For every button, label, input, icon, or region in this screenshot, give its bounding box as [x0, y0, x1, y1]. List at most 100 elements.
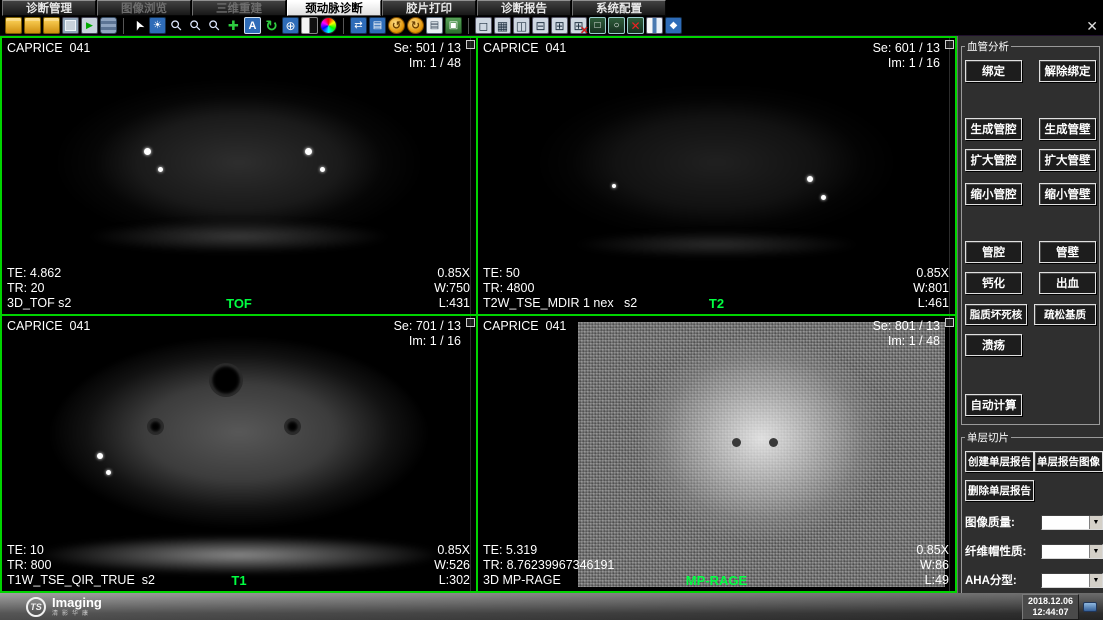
viewport-mprage[interactable]: CAPRICE 041 Se: 801 / 13 Im: 1 / 48 TE: … [477, 315, 956, 593]
cursor-icon[interactable]: ➤ [127, 14, 150, 37]
open-series-folder-icon[interactable] [24, 17, 41, 34]
vessel-highlight [807, 176, 813, 182]
vessel-shape [286, 420, 299, 433]
lipid-core-button[interactable]: 脂质坏死核 [965, 304, 1027, 325]
vessel-highlight [320, 167, 325, 172]
layout-custom-icon[interactable]: ▦ [494, 17, 511, 34]
aha-type-select[interactable]: ▼ [1041, 573, 1103, 588]
tab-diagnosis-management[interactable]: 诊断管理 [2, 0, 96, 16]
tab-diagnosis-report[interactable]: 诊断报告 [477, 0, 571, 16]
window-level: L:461 [913, 296, 949, 311]
split-panel-icon[interactable] [646, 17, 663, 34]
vessel-highlight [612, 184, 616, 188]
lumen-button[interactable]: 管腔 [965, 241, 1022, 263]
shrink-lumen-button[interactable]: 缩小管腔 [965, 183, 1022, 205]
delete-slice-report-button[interactable]: 删除单层报告 [965, 480, 1034, 501]
image-scrollbar-track[interactable] [949, 316, 950, 592]
roi-ellipse-icon[interactable]: ○ [608, 17, 625, 34]
series-number: Se: 801 / 13 [873, 319, 940, 334]
generate-lumen-button[interactable]: 生成管腔 [965, 118, 1022, 140]
window-level-icon[interactable]: ☀ [149, 17, 166, 34]
image-quality-label: 图像质量: [965, 514, 1015, 530]
image-scrollbar-thumb[interactable] [945, 318, 954, 327]
close-icon[interactable]: ✕ [1086, 18, 1098, 35]
image-number: Im: 1 / 48 [873, 334, 940, 349]
fit-window-icon[interactable]: ⊕ [282, 17, 299, 34]
chevron-down-icon[interactable]: ▼ [1089, 574, 1102, 587]
ts-logo-icon: TS [26, 597, 46, 617]
te-value: TE: 4.862 [7, 266, 71, 281]
image-scrollbar-thumb[interactable] [466, 40, 475, 49]
fibrous-cap-value [1042, 545, 1089, 558]
chevron-down-icon[interactable]: ▼ [1089, 516, 1102, 529]
date-value: 2018.12.06 [1028, 596, 1073, 607]
image-scrollbar-thumb[interactable] [466, 318, 475, 327]
chevron-down-icon[interactable]: ▼ [1089, 545, 1102, 558]
tab-system-config[interactable]: 系统配置 [572, 0, 666, 16]
fibrous-cap-select[interactable]: ▼ [1041, 544, 1103, 559]
redo-icon[interactable]: ↻ [407, 17, 424, 34]
shrink-wall-button[interactable]: 缩小管壁 [1039, 183, 1096, 205]
create-slice-report-button[interactable]: 创建单层报告 [965, 451, 1034, 472]
zoom-factor: 0.85X [913, 266, 949, 281]
image-quality-select[interactable]: ▼ [1041, 515, 1103, 530]
loose-matrix-button[interactable]: 疏松基质 [1034, 304, 1096, 325]
archive-database-icon[interactable] [100, 17, 117, 34]
bind-button[interactable]: 绑定 [965, 60, 1022, 82]
pseudo-color-icon[interactable] [320, 17, 337, 34]
viewport-tof[interactable]: CAPRICE 041 Se: 501 / 13 Im: 1 / 48 TE: … [1, 37, 477, 315]
series-link-icon[interactable]: ⇄ [350, 17, 367, 34]
zoom-factor: 0.85X [916, 543, 949, 558]
generate-wall-button[interactable]: 生成管壁 [1039, 118, 1096, 140]
copy-report-icon[interactable]: ▤ [426, 17, 443, 34]
series-layout-icon[interactable]: ▤ [369, 17, 386, 34]
expand-lumen-button[interactable]: 扩大管腔 [965, 149, 1022, 171]
slice-report-image-button[interactable]: 单层报告图像 [1034, 451, 1103, 472]
wall-button[interactable]: 管壁 [1039, 241, 1096, 263]
viewport-t1[interactable]: CAPRICE 041 Se: 701 / 13 Im: 1 / 16 TE: … [1, 315, 477, 593]
vessel-highlight [106, 470, 111, 475]
tab-carotid-diagnosis[interactable]: 颈动脉诊断 [287, 0, 381, 16]
expand-wall-button[interactable]: 扩大管壁 [1039, 149, 1096, 171]
undo-icon[interactable]: ↺ [388, 17, 405, 34]
eye-shape [769, 438, 778, 447]
open-study-folder-icon[interactable] [5, 17, 22, 34]
worklist-monitor-icon[interactable] [62, 17, 79, 34]
unbind-button[interactable]: 解除绑定 [1039, 60, 1096, 82]
calcification-button[interactable]: 钙化 [965, 272, 1022, 294]
window-level: L:431 [434, 296, 470, 311]
image-scrollbar-thumb[interactable] [945, 40, 954, 49]
patient-id: CAPRICE 041 [7, 41, 90, 56]
zoom-2x-icon[interactable]: ⚲ [202, 13, 226, 37]
pan-icon[interactable]: ✚ [225, 17, 242, 34]
layout-2x2-icon[interactable]: ⊞ [551, 17, 568, 34]
auto-calculate-button[interactable]: 自动计算 [965, 394, 1022, 416]
export-study-icon[interactable]: ▶ [81, 17, 98, 34]
ulcer-button[interactable]: 溃疡 [965, 334, 1022, 356]
roi-delete-icon[interactable]: ✕ [627, 17, 644, 34]
image-scrollbar-track[interactable] [949, 38, 950, 314]
main-area: CAPRICE 041 Se: 501 / 13 Im: 1 / 48 TE: … [0, 36, 1103, 593]
roi-rect-icon[interactable]: □ [589, 17, 606, 34]
open-image-folder-icon[interactable] [43, 17, 60, 34]
viewport-t2[interactable]: CAPRICE 041 Se: 601 / 13 Im: 1 / 16 TE: … [477, 37, 956, 315]
layout-2x1-icon[interactable]: ⊟ [532, 17, 549, 34]
annotation-icon[interactable]: A [244, 17, 261, 34]
hemorrhage-button[interactable]: 出血 [1039, 272, 1096, 294]
layout-1x2-icon[interactable]: ◫ [513, 17, 530, 34]
mri-image-tof [2, 38, 476, 314]
refresh-icon[interactable]: ↻ [263, 17, 280, 34]
capture-icon[interactable]: ◆ [665, 17, 682, 34]
image-scrollbar-track[interactable] [470, 316, 471, 592]
toolbar-separator [123, 18, 124, 34]
status-bar: TS Imaging 清影华康 2018.12.06 12:44:07 [0, 593, 1103, 620]
trachea-shape [211, 365, 241, 395]
layout-clear-icon[interactable]: ⊞ [570, 17, 587, 34]
image-scrollbar-track[interactable] [470, 38, 471, 314]
window-width: W:526 [434, 558, 470, 573]
tab-3d-reconstruction[interactable]: 三维重建 [192, 0, 286, 16]
save-image-icon[interactable]: ▣ [445, 17, 462, 34]
layout-1x1-icon[interactable]: ◻ [475, 17, 492, 34]
invert-icon[interactable] [301, 17, 318, 34]
tab-film-print[interactable]: 胶片打印 [382, 0, 476, 16]
